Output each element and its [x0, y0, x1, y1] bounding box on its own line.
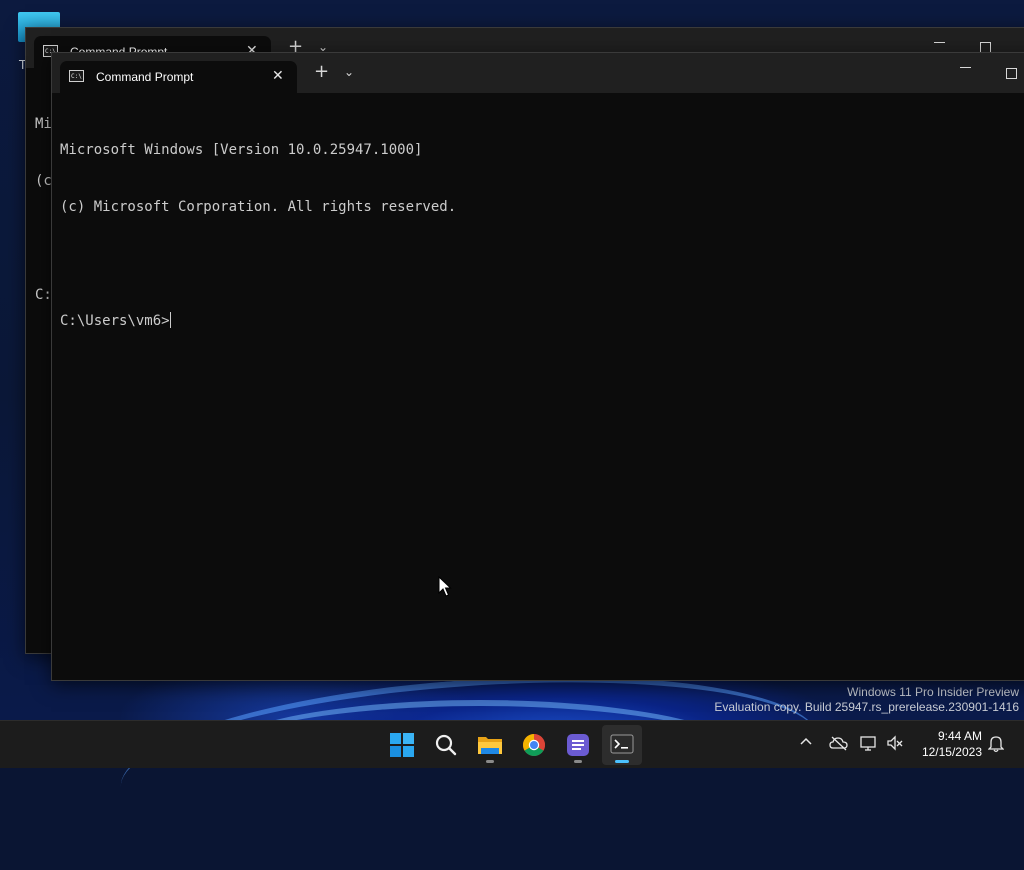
- search-button[interactable]: [426, 725, 466, 765]
- notes-icon: [567, 734, 589, 756]
- clock[interactable]: 9:44 AM 12/15/2023: [922, 728, 982, 760]
- notes-app-button[interactable]: [558, 725, 598, 765]
- maximize-icon[interactable]: [1006, 68, 1017, 79]
- search-icon: [435, 734, 457, 756]
- active-indicator: [615, 760, 629, 763]
- terminal-button[interactable]: [602, 725, 642, 765]
- file-explorer-button[interactable]: [470, 725, 510, 765]
- chrome-icon: [523, 734, 545, 756]
- minimize-icon[interactable]: [960, 67, 971, 68]
- chevron-up-icon[interactable]: [799, 734, 813, 752]
- console-line-version: Microsoft Windows [Version 10.0.25947.10…: [60, 142, 423, 158]
- clock-date: 12/15/2023: [921, 745, 982, 759]
- watermark-line-2: Evaluation copy. Build 25947.rs_prerelea…: [714, 700, 1019, 714]
- minimize-icon[interactable]: [934, 42, 945, 43]
- new-tab-icon[interactable]: +: [314, 63, 329, 81]
- console-output[interactable]: Microsoft Windows [Version 10.0.25947.10…: [60, 103, 456, 369]
- command-prompt-text: C:\Users\vm6>: [60, 313, 170, 329]
- taskbar: 9:44 AM 12/15/2023: [0, 720, 1024, 768]
- watermark-line-1: Windows 11 Pro Insider Preview: [847, 685, 1019, 699]
- evaluation-watermark: Windows 11 Pro Insider Preview Evaluatio…: [714, 685, 1019, 715]
- close-icon[interactable]: ✕: [272, 68, 284, 84]
- start-button[interactable]: [382, 725, 422, 765]
- tab-title: Command Prompt: [96, 70, 194, 84]
- front-terminal-window[interactable]: C:\ Command Prompt ✕ + ⌄ Microsoft Windo…: [51, 52, 1024, 681]
- clock-time: 9:44 AM: [937, 729, 982, 743]
- chrome-button[interactable]: [514, 725, 554, 765]
- terminal-icon: [610, 734, 634, 754]
- windows-logo-icon: [390, 733, 414, 757]
- notification-bell-icon[interactable]: [987, 735, 1005, 757]
- running-indicator: [574, 760, 582, 763]
- tab-command-prompt[interactable]: C:\ Command Prompt ✕: [60, 61, 297, 93]
- chevron-down-icon[interactable]: ⌄: [344, 65, 354, 79]
- text-cursor: [169, 312, 171, 328]
- mouse-pointer-icon: [438, 576, 452, 597]
- onedrive-offline-icon[interactable]: [829, 735, 849, 755]
- network-icon[interactable]: [860, 735, 878, 755]
- console-line-copyright: (c) Microsoft Corporation. All rights re…: [60, 199, 457, 215]
- prompt-line[interactable]: C:\Users\vm6>: [60, 312, 456, 331]
- cmd-icon: C:\: [69, 70, 84, 82]
- running-indicator: [486, 760, 494, 763]
- folder-icon: [478, 737, 502, 754]
- front-terminal-titlebar[interactable]: C:\ Command Prompt ✕ + ⌄: [52, 53, 1024, 93]
- volume-muted-icon[interactable]: [886, 735, 904, 755]
